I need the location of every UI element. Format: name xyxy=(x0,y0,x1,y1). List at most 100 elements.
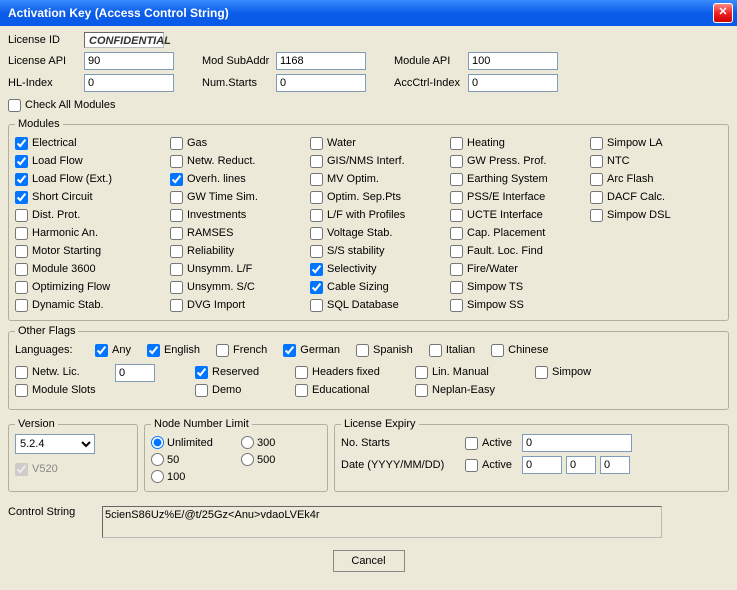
lang-5-checkbox[interactable] xyxy=(429,344,442,357)
module-c3-1[interactable]: GIS/NMS Interf. xyxy=(310,152,450,170)
module-c3-5[interactable]: Voltage Stab. xyxy=(310,224,450,242)
module-c4-1[interactable]: GW Press. Prof. xyxy=(450,152,590,170)
module-c3-3-checkbox[interactable] xyxy=(310,191,323,204)
nodelimit-b-0-radio[interactable] xyxy=(241,436,254,449)
module-c4-8-checkbox[interactable] xyxy=(450,281,463,294)
nodelimit-1[interactable]: 50 xyxy=(151,451,241,468)
of-mid-0-checkbox[interactable] xyxy=(195,366,208,379)
module-c2-0-checkbox[interactable] xyxy=(170,137,183,150)
date-d-input[interactable] xyxy=(600,456,630,474)
nodelimit-0-radio[interactable] xyxy=(151,436,164,449)
module-c1-4[interactable]: Dist. Prot. xyxy=(15,206,170,224)
module-c1-3[interactable]: Short Circuit xyxy=(15,188,170,206)
module-c1-7-checkbox[interactable] xyxy=(15,263,28,276)
module-c1-8[interactable]: Optimizing Flow xyxy=(15,278,170,296)
lang-6-checkbox[interactable] xyxy=(491,344,504,357)
of-r3-0-checkbox[interactable] xyxy=(535,366,548,379)
nodelimit-2[interactable]: 100 xyxy=(151,468,241,485)
module-c1-7[interactable]: Module 3600 xyxy=(15,260,170,278)
lang-2-checkbox[interactable] xyxy=(216,344,229,357)
version-select[interactable]: 5.2.4 xyxy=(15,434,95,454)
module-c1-2[interactable]: Load Flow (Ext.) xyxy=(15,170,170,188)
module-c5-4[interactable]: Simpow DSL xyxy=(590,206,710,224)
module-c2-9-checkbox[interactable] xyxy=(170,299,183,312)
license-api-input[interactable] xyxy=(84,52,174,70)
of-left-1[interactable]: Module Slots xyxy=(15,381,115,399)
nodelimit-b-1-radio[interactable] xyxy=(241,453,254,466)
module-c2-9[interactable]: DVG Import xyxy=(170,296,310,314)
module-c3-4[interactable]: L/F with Profiles xyxy=(310,206,450,224)
module-c1-4-checkbox[interactable] xyxy=(15,209,28,222)
lang-2[interactable]: French xyxy=(216,341,267,359)
module-c2-7[interactable]: Unsymm. L/F xyxy=(170,260,310,278)
module-c5-1[interactable]: NTC xyxy=(590,152,710,170)
of-r2-1[interactable]: Neplan-Easy xyxy=(415,381,535,399)
module-c2-2[interactable]: Overh. lines xyxy=(170,170,310,188)
module-c1-8-checkbox[interactable] xyxy=(15,281,28,294)
module-c2-6-checkbox[interactable] xyxy=(170,245,183,258)
module-c3-7[interactable]: Selectivity xyxy=(310,260,450,278)
module-c1-5[interactable]: Harmonic An. xyxy=(15,224,170,242)
module-c2-5-checkbox[interactable] xyxy=(170,227,183,240)
module-c4-9-checkbox[interactable] xyxy=(450,299,463,312)
module-c4-1-checkbox[interactable] xyxy=(450,155,463,168)
module-c4-2[interactable]: Earthing System xyxy=(450,170,590,188)
module-c5-4-checkbox[interactable] xyxy=(590,209,603,222)
of-r1-0[interactable]: Headers fixed xyxy=(295,363,415,381)
cancel-button[interactable]: Cancel xyxy=(333,550,405,572)
no-starts-input[interactable] xyxy=(522,434,632,452)
module-c2-1-checkbox[interactable] xyxy=(170,155,183,168)
lang-1[interactable]: English xyxy=(147,341,200,359)
lang-1-checkbox[interactable] xyxy=(147,344,160,357)
module-c3-7-checkbox[interactable] xyxy=(310,263,323,276)
lang-0[interactable]: Any xyxy=(95,341,131,359)
date-y-input[interactable] xyxy=(522,456,562,474)
module-c1-2-checkbox[interactable] xyxy=(15,173,28,186)
module-c2-5[interactable]: RAMSES xyxy=(170,224,310,242)
module-c1-0-checkbox[interactable] xyxy=(15,137,28,150)
module-c4-3-checkbox[interactable] xyxy=(450,191,463,204)
module-c5-2[interactable]: Arc Flash xyxy=(590,170,710,188)
module-c2-3-checkbox[interactable] xyxy=(170,191,183,204)
no-starts-active[interactable]: Active xyxy=(465,434,512,452)
module-c5-0[interactable]: Simpow LA xyxy=(590,134,710,152)
of-r1-1-checkbox[interactable] xyxy=(295,384,308,397)
module-c3-6[interactable]: S/S stability xyxy=(310,242,450,260)
netw-lic-input[interactable] xyxy=(115,364,155,382)
module-c3-8[interactable]: Cable Sizing xyxy=(310,278,450,296)
module-c2-8[interactable]: Unsymm. S/C xyxy=(170,278,310,296)
module-c1-1-checkbox[interactable] xyxy=(15,155,28,168)
module-c3-6-checkbox[interactable] xyxy=(310,245,323,258)
of-left-0-checkbox[interactable] xyxy=(15,366,28,379)
check-all-modules[interactable]: Check All Modules xyxy=(8,96,729,114)
module-c1-3-checkbox[interactable] xyxy=(15,191,28,204)
of-left-1-checkbox[interactable] xyxy=(15,384,28,397)
module-c5-0-checkbox[interactable] xyxy=(590,137,603,150)
date-active[interactable]: Active xyxy=(465,456,512,474)
lang-3-checkbox[interactable] xyxy=(283,344,296,357)
lang-0-checkbox[interactable] xyxy=(95,344,108,357)
module-c5-3[interactable]: DACF Calc. xyxy=(590,188,710,206)
module-c2-2-checkbox[interactable] xyxy=(170,173,183,186)
module-c3-0[interactable]: Water xyxy=(310,134,450,152)
mod-subaddr-input[interactable] xyxy=(276,52,366,70)
lang-6[interactable]: Chinese xyxy=(491,341,548,359)
module-c3-1-checkbox[interactable] xyxy=(310,155,323,168)
module-c2-3[interactable]: GW Time Sim. xyxy=(170,188,310,206)
date-m-input[interactable] xyxy=(566,456,596,474)
module-c1-9[interactable]: Dynamic Stab. xyxy=(15,296,170,314)
module-c3-0-checkbox[interactable] xyxy=(310,137,323,150)
num-starts-input[interactable] xyxy=(276,74,366,92)
module-c1-0[interactable]: Electrical xyxy=(15,134,170,152)
module-c3-5-checkbox[interactable] xyxy=(310,227,323,240)
accctrl-index-input[interactable] xyxy=(468,74,558,92)
module-c4-3[interactable]: PSS/E Interface xyxy=(450,188,590,206)
module-c4-7[interactable]: Fire/Water xyxy=(450,260,590,278)
of-r2-0-checkbox[interactable] xyxy=(415,366,428,379)
module-c4-6-checkbox[interactable] xyxy=(450,245,463,258)
nodelimit-b-1[interactable]: 500 xyxy=(241,451,321,468)
module-c4-0[interactable]: Heating xyxy=(450,134,590,152)
module-c4-2-checkbox[interactable] xyxy=(450,173,463,186)
of-r2-1-checkbox[interactable] xyxy=(415,384,428,397)
module-c4-9[interactable]: Simpow SS xyxy=(450,296,590,314)
